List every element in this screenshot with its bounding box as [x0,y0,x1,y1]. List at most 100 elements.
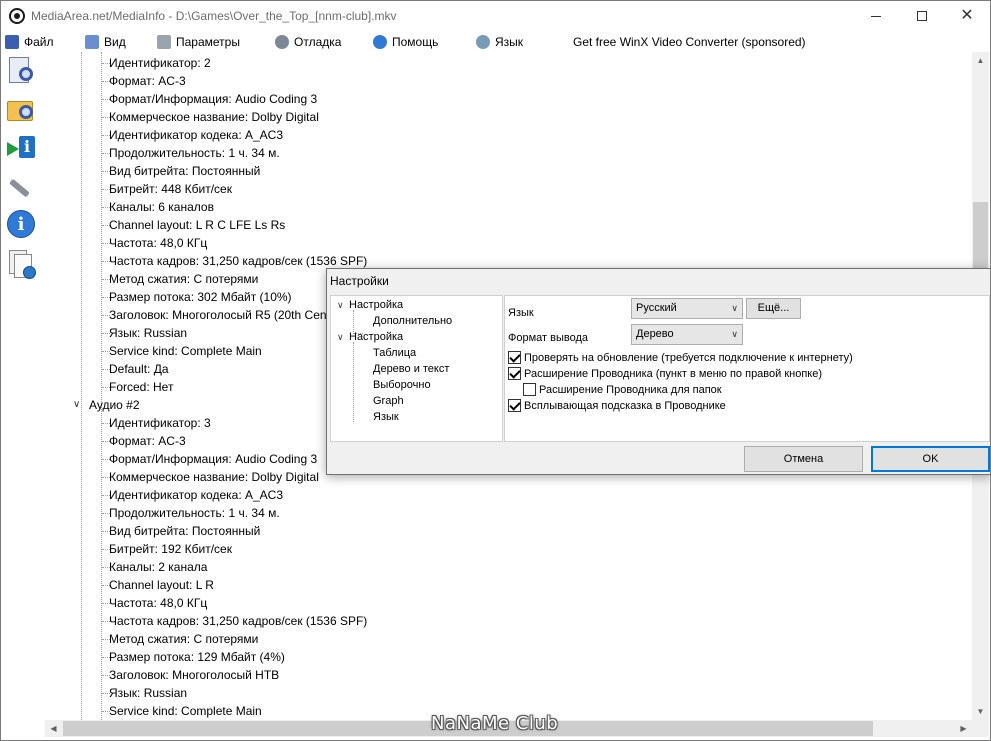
tree-row[interactable]: Default: Да [109,360,169,378]
tree-section-header[interactable]: Аудио #2 [89,396,140,414]
checkbox-checked-icon [508,399,521,412]
tree-row[interactable]: Service kind: Complete Main [109,342,262,360]
tree-node-graph[interactable]: Graph [373,394,404,408]
shell-tooltip-checkbox[interactable]: Всплывающая подсказка в Проводнике [508,399,726,412]
menu-file[interactable]: Файл [5,31,54,52]
tree-node-settings-2[interactable]: ∨ Настройка [337,330,403,344]
menu-params[interactable]: Параметры [157,31,240,52]
checkbox-checked-icon [508,367,521,380]
check-updates-checkbox[interactable]: Проверять на обновление (требуется подкл… [508,351,853,364]
close-icon: ✕ [960,7,974,24]
tree-row[interactable]: Идентификатор кодека: A_AC3 [109,486,283,504]
tree-row[interactable]: Идентификатор кодека: A_AC3 [109,126,283,144]
collapse-chevron-icon[interactable]: ∨ [73,399,80,410]
main-window: MediaArea.net/MediaInfo - D:\Games\Over_… [0,0,991,741]
tree-row[interactable]: Размер потока: 129 Мбайт (4%) [109,648,285,666]
tree-node-label: Настройка [349,331,404,343]
menu-language[interactable]: Язык [476,31,523,52]
tree-row[interactable]: Каналы: 2 канала [109,558,207,576]
ok-button[interactable]: OK [871,446,990,472]
tree-row[interactable]: Коммерческое название: Dolby Digital [109,108,319,126]
settings-category-tree[interactable]: ∨ Настройка Дополнительно ∨ Настройка Табл… [330,295,503,442]
preferences-button[interactable] [5,170,37,202]
open-folder-button[interactable] [5,93,37,125]
web-button[interactable] [5,248,37,280]
tree-node-label: Выборочно [373,379,431,391]
tree-row[interactable]: Заголовок: Многоголосый НТВ [109,666,279,684]
tree-row[interactable]: Метод сжатия: С потерями [109,270,258,288]
collapse-chevron-icon[interactable]: ∨ [337,330,349,344]
settings-panel: Язык Русский ∨ Ещё... Формат вывода Дере… [504,295,990,442]
tree-node-label: Настройка [349,299,404,311]
tree-node-settings-1[interactable]: ∨ Настройка [337,298,403,312]
tree-row[interactable]: Идентификатор: 2 [109,54,211,72]
menu-debug[interactable]: Отладка [275,31,341,52]
scroll-right-icon[interactable]: ▶ [955,720,972,737]
about-button[interactable]: i [5,208,37,240]
file-menu-icon [5,34,19,49]
menu-help[interactable]: Помощь [373,31,438,52]
tree-node-label: Дерево и текст [373,363,450,375]
tree-node-table[interactable]: Таблица [373,346,416,360]
minimize-button[interactable] [853,1,899,31]
open-file-button[interactable] [5,55,37,87]
tree-row[interactable]: Частота: 48,0 КГц [109,234,207,252]
collapse-chevron-icon[interactable]: ∨ [337,298,349,312]
more-languages-button[interactable]: Ещё... [746,298,801,319]
tree-row[interactable]: Channel layout: L R [109,576,214,594]
shell-extension-folders-checkbox[interactable]: Расширение Проводника для папок [523,383,722,396]
export-button[interactable]: i [5,132,37,164]
tree-row[interactable]: Channel layout: L R C LFE Ls Rs [109,216,285,234]
shell-extension-checkbox[interactable]: Расширение Проводника (пункт в меню по п… [508,367,822,380]
tree-row[interactable]: Продолжительность: 1 ч. 34 м. [109,144,280,162]
maximize-button[interactable] [899,1,945,31]
tree-node-custom[interactable]: Выборочно [373,378,431,392]
tree-node-language[interactable]: Язык [373,410,399,424]
menu-sponsored-link[interactable]: Get free WinX Video Converter (sponsored… [573,31,806,52]
menu-view-label: Вид [104,34,126,49]
tree-node-advanced[interactable]: Дополнительно [373,314,452,328]
cancel-button[interactable]: Отмена [744,446,863,472]
tree-row[interactable]: Частота: 48,0 КГц [109,594,207,612]
tree-row[interactable]: Продолжительность: 1 ч. 34 м. [109,504,280,522]
tree-row[interactable]: Каналы: 6 каналов [109,198,214,216]
tree-row[interactable]: Частота кадров: 31,250 кадров/сек (1536 … [109,612,367,630]
scroll-down-icon[interactable]: ▼ [972,703,989,720]
export-arrow-icon [7,142,19,156]
about-icon: i [7,210,35,238]
tree-row[interactable]: Размер потока: 302 Мбайт (10%) [109,288,292,306]
tree-row[interactable]: Формат/Информация: Audio Coding 3 [109,90,317,108]
tree-row[interactable]: Битрейт: 192 Кбит/сек [109,540,232,558]
language-select[interactable]: Русский ∨ [631,298,743,319]
tree-node-label: Язык [373,411,399,423]
tree-row[interactable]: Язык: Russian [109,324,187,342]
tree-guide-line [81,52,82,720]
tree-row[interactable]: Идентификатор: 3 [109,414,211,432]
tree-row[interactable]: Forced: Нет [109,378,173,396]
tree-row[interactable]: Битрейт: 448 Кбит/сек [109,180,232,198]
debug-menu-icon [275,34,289,49]
tree-node-label: Graph [373,395,404,407]
menu-help-label: Помощь [392,34,439,49]
tree-row[interactable]: Коммерческое название: Dolby Digital [109,468,319,486]
tree-row[interactable]: Формат: AC-3 [109,432,186,450]
magnifier-icon [19,105,33,119]
tree-node-tree-text[interactable]: Дерево и текст [373,362,449,376]
output-format-select[interactable]: Дерево ∨ [631,324,743,345]
output-format-select-value: Дерево [636,328,674,340]
tree-row[interactable]: Язык: Russian [109,684,187,702]
menu-view[interactable]: Вид [85,31,126,52]
mediainfo-app-icon [9,8,25,24]
tree-row[interactable]: Формат: AC-3 [109,72,186,90]
title-bar: MediaArea.net/MediaInfo - D:\Games\Over_… [1,1,990,31]
close-button[interactable]: ✕ [944,1,990,31]
tree-row[interactable]: Вид битрейта: Постоянный [109,162,260,180]
scroll-up-icon[interactable]: ▲ [972,52,989,69]
settings-icon [9,178,30,198]
tree-row[interactable]: Формат/Информация: Audio Coding 3 [109,450,317,468]
scroll-left-icon[interactable]: ◀ [45,720,62,737]
tree-row[interactable]: Метод сжатия: С потерями [109,630,258,648]
tree-row[interactable]: Вид битрейта: Постоянный [109,522,260,540]
tree-row[interactable]: Service kind: Complete Main [109,702,262,720]
chevron-down-icon: ∨ [731,303,738,313]
